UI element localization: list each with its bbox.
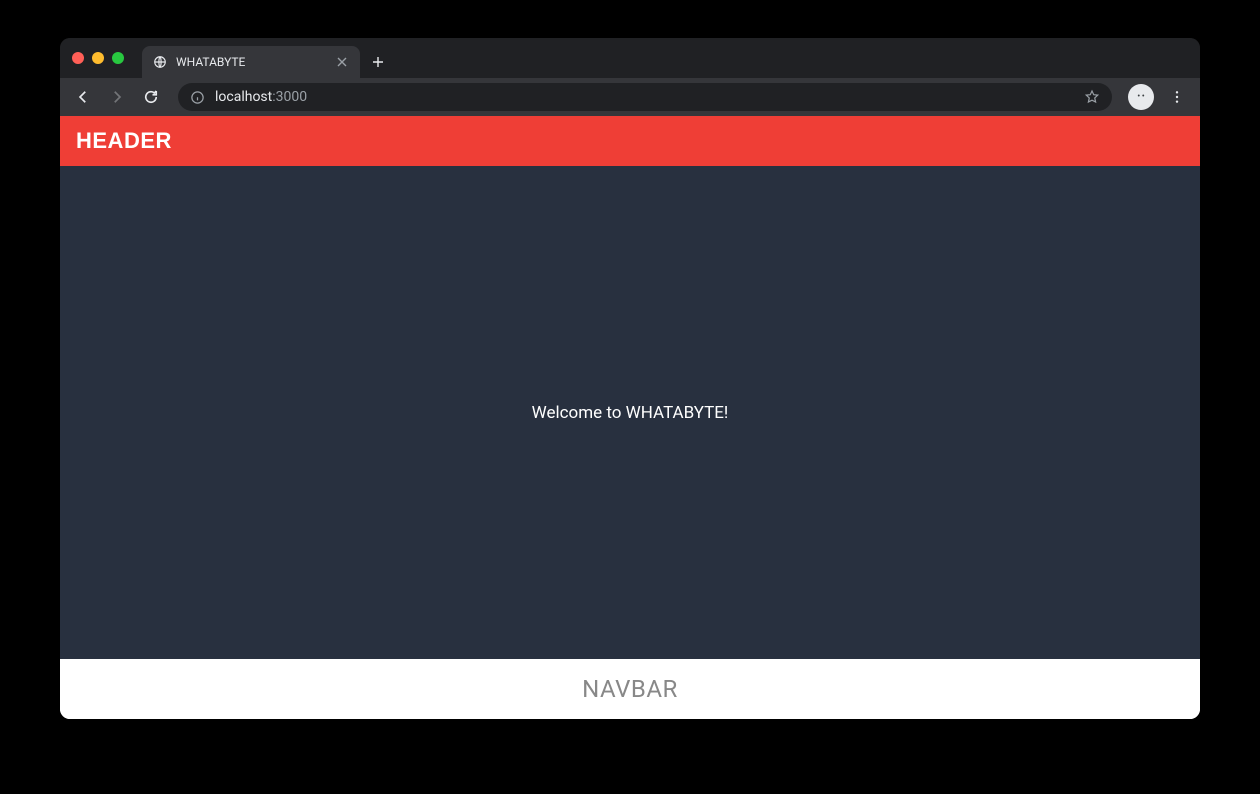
welcome-message: Welcome to WHATABYTE!: [532, 403, 729, 423]
globe-icon: [152, 54, 168, 70]
window-controls: [72, 52, 124, 64]
tab-title: WHATABYTE: [176, 55, 326, 69]
url-port: :3000: [272, 89, 307, 105]
close-tab-button[interactable]: [334, 54, 350, 70]
site-info-icon[interactable]: [190, 90, 205, 105]
new-tab-button[interactable]: [360, 46, 396, 78]
browser-toolbar: localhost:3000: [60, 78, 1200, 116]
browser-tab[interactable]: WHATABYTE: [142, 46, 360, 78]
window-minimize-button[interactable]: [92, 52, 104, 64]
browser-window: WHATABYTE: [60, 38, 1200, 719]
header-label: HEADER: [76, 128, 172, 153]
reload-button[interactable]: [136, 82, 166, 112]
app-header: HEADER: [60, 116, 1200, 166]
address-bar[interactable]: localhost:3000: [178, 83, 1112, 111]
navbar-label: NAVBAR: [582, 675, 678, 703]
browser-menu-button[interactable]: [1162, 82, 1192, 112]
app-navbar: NAVBAR: [60, 659, 1200, 719]
app-content: Welcome to WHATABYTE!: [60, 166, 1200, 659]
tab-bar: WHATABYTE: [60, 38, 1200, 78]
window-maximize-button[interactable]: [112, 52, 124, 64]
bookmark-star-icon[interactable]: [1084, 89, 1100, 105]
profile-avatar[interactable]: [1128, 84, 1154, 110]
page-viewport: HEADER Welcome to WHATABYTE! NAVBAR: [60, 116, 1200, 719]
back-button[interactable]: [68, 82, 98, 112]
window-close-button[interactable]: [72, 52, 84, 64]
url-text: localhost:3000: [215, 89, 1074, 105]
url-host: localhost: [215, 89, 272, 105]
forward-button[interactable]: [102, 82, 132, 112]
